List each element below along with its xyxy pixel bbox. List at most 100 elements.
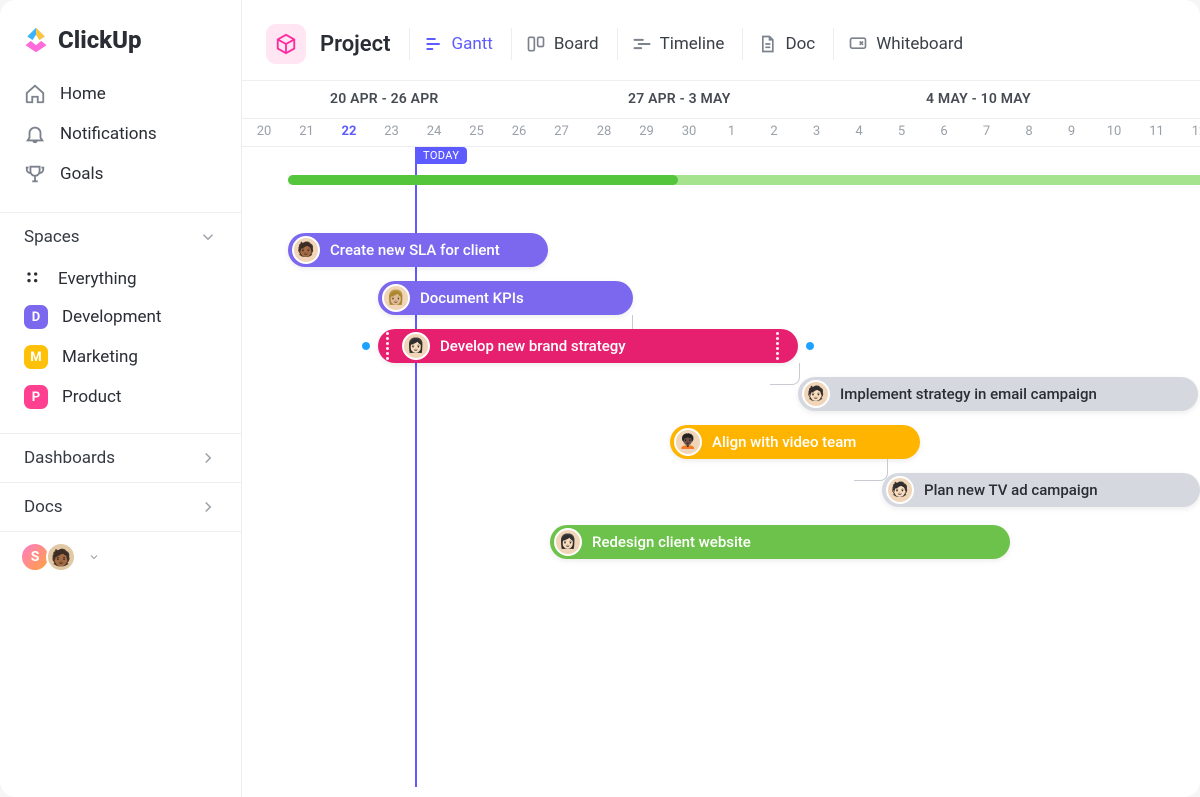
day-cell: 11 (1136, 124, 1178, 139)
tab-whiteboard[interactable]: Whiteboard (833, 28, 977, 60)
day-cell: 30 (668, 124, 710, 139)
day-cell: 27 (541, 124, 583, 139)
task-bar[interactable]: 👩🏻 Develop new brand strategy (378, 329, 798, 363)
cube-icon (275, 33, 297, 55)
day-cell: 5 (881, 124, 923, 139)
space-label: Everything (58, 269, 137, 289)
day-cell: 4 (838, 124, 880, 139)
space-marketing[interactable]: M Marketing (12, 337, 229, 377)
assignee-avatar: 👩🏼 (382, 284, 410, 312)
chevron-right-icon (199, 498, 217, 516)
spaces-list: Everything D Development M Marketing P P… (0, 261, 241, 433)
section-title: Docs (24, 497, 63, 517)
day-cell: 7 (966, 124, 1008, 139)
project-title: Project (320, 32, 391, 57)
task-label: Plan new TV ad campaign (924, 481, 1098, 499)
task-label: Redesign client website (592, 533, 751, 551)
dependency-connector (770, 363, 800, 385)
tab-label: Gantt (452, 34, 493, 54)
day-cell: 28 (583, 124, 625, 139)
task-label: Create new SLA for client (330, 241, 500, 259)
space-everything[interactable]: Everything (12, 261, 229, 297)
day-cell: 10 (1093, 124, 1135, 139)
task-bar[interactable]: 🧑🏻 Plan new TV ad campaign (882, 473, 1200, 507)
user-switcher[interactable]: S 🧑🏾 (0, 532, 241, 582)
space-product[interactable]: P Product (12, 377, 229, 417)
nav-label: Home (60, 84, 106, 104)
spaces-header[interactable]: Spaces (0, 212, 241, 261)
brand-logo[interactable]: ClickUp (0, 0, 241, 74)
space-label: Development (62, 307, 161, 327)
tab-timeline[interactable]: Timeline (617, 28, 739, 60)
docs-header[interactable]: Docs (0, 482, 241, 532)
today-badge: TODAY (415, 147, 467, 164)
trophy-icon (24, 163, 46, 185)
tab-board[interactable]: Board (511, 28, 613, 60)
day-cell: 25 (456, 124, 498, 139)
dependency-connector (632, 315, 633, 329)
nav-goals[interactable]: Goals (12, 154, 229, 194)
chevron-down-icon (88, 551, 100, 563)
clickup-logo-icon (22, 26, 50, 54)
tab-doc[interactable]: Doc (742, 28, 829, 60)
space-badge: P (24, 385, 48, 409)
day-cell: 9 (1051, 124, 1093, 139)
summary-progress-fill (288, 175, 678, 185)
week-range: 4 MAY - 10 MAY (926, 91, 1031, 107)
gantt-icon (424, 34, 444, 54)
drag-handle-icon[interactable] (382, 332, 392, 360)
day-cell: 3 (796, 124, 838, 139)
space-badge: M (24, 345, 48, 369)
assignee-avatar: 👩🏻 (402, 332, 430, 360)
task-bar[interactable]: 🧑🏿‍🦱 Align with video team (670, 425, 920, 459)
space-label: Product (62, 387, 121, 407)
home-icon (24, 83, 46, 105)
day-cell: 21 (286, 124, 328, 139)
nav-home[interactable]: Home (12, 74, 229, 114)
section-title: Spaces (24, 227, 80, 247)
nav-notifications[interactable]: Notifications (12, 114, 229, 154)
day-cell: 2 (753, 124, 795, 139)
task-bar[interactable]: 👩🏼 Document KPIs (378, 281, 633, 315)
day-cell: 24 (413, 124, 455, 139)
tab-label: Timeline (660, 34, 725, 54)
whiteboard-icon (848, 34, 868, 54)
space-development[interactable]: D Development (12, 297, 229, 337)
day-cell: 12 (1178, 124, 1200, 139)
tab-label: Whiteboard (876, 34, 963, 54)
assignee-avatar: 🧑🏿‍🦱 (674, 428, 702, 456)
task-label: Document KPIs (420, 289, 524, 307)
tab-label: Doc (785, 34, 815, 54)
day-cell: 26 (498, 124, 540, 139)
app-window: ClickUp Home Notifications Goals Spaces (0, 0, 1200, 797)
task-bar[interactable]: 👩🏻 Redesign client website (550, 525, 1010, 559)
chevron-down-icon (199, 228, 217, 246)
gantt-chart[interactable]: TODAY 🧑🏾 Create new SLA for client 👩🏼 Do… (242, 147, 1200, 787)
main-panel: Project Gantt Board Timeline Doc Whitebo… (242, 0, 1200, 797)
week-range-row: 20 APR - 26 APR 27 APR - 3 MAY 4 MAY - 1… (242, 81, 1200, 119)
tab-gantt[interactable]: Gantt (409, 28, 507, 60)
task-bar[interactable]: 🧑🏾 Create new SLA for client (288, 233, 548, 267)
nav-label: Goals (60, 164, 103, 184)
chevron-right-icon (199, 449, 217, 467)
grid-icon (24, 269, 44, 289)
dependency-handle[interactable] (806, 342, 814, 350)
space-badge: D (24, 305, 48, 329)
assignee-avatar: 🧑🏾 (292, 236, 320, 264)
day-cell: 22 (328, 124, 370, 139)
timeline-icon (632, 34, 652, 54)
tab-label: Board (554, 34, 599, 54)
drag-handle-icon[interactable] (772, 332, 782, 360)
day-cell: 23 (371, 124, 413, 139)
day-cell: 8 (1008, 124, 1050, 139)
brand-name: ClickUp (58, 26, 142, 54)
day-cell: 20 (243, 124, 285, 139)
project-chip[interactable] (266, 24, 306, 64)
nav-label: Notifications (60, 124, 157, 144)
dependency-handle[interactable] (362, 342, 370, 350)
assignee-avatar: 👩🏻 (554, 528, 582, 556)
dashboards-header[interactable]: Dashboards (0, 433, 241, 482)
task-bar[interactable]: 🧑🏻 Implement strategy in email campaign (798, 377, 1198, 411)
task-label: Develop new brand strategy (440, 337, 626, 355)
task-label: Align with video team (712, 433, 856, 451)
